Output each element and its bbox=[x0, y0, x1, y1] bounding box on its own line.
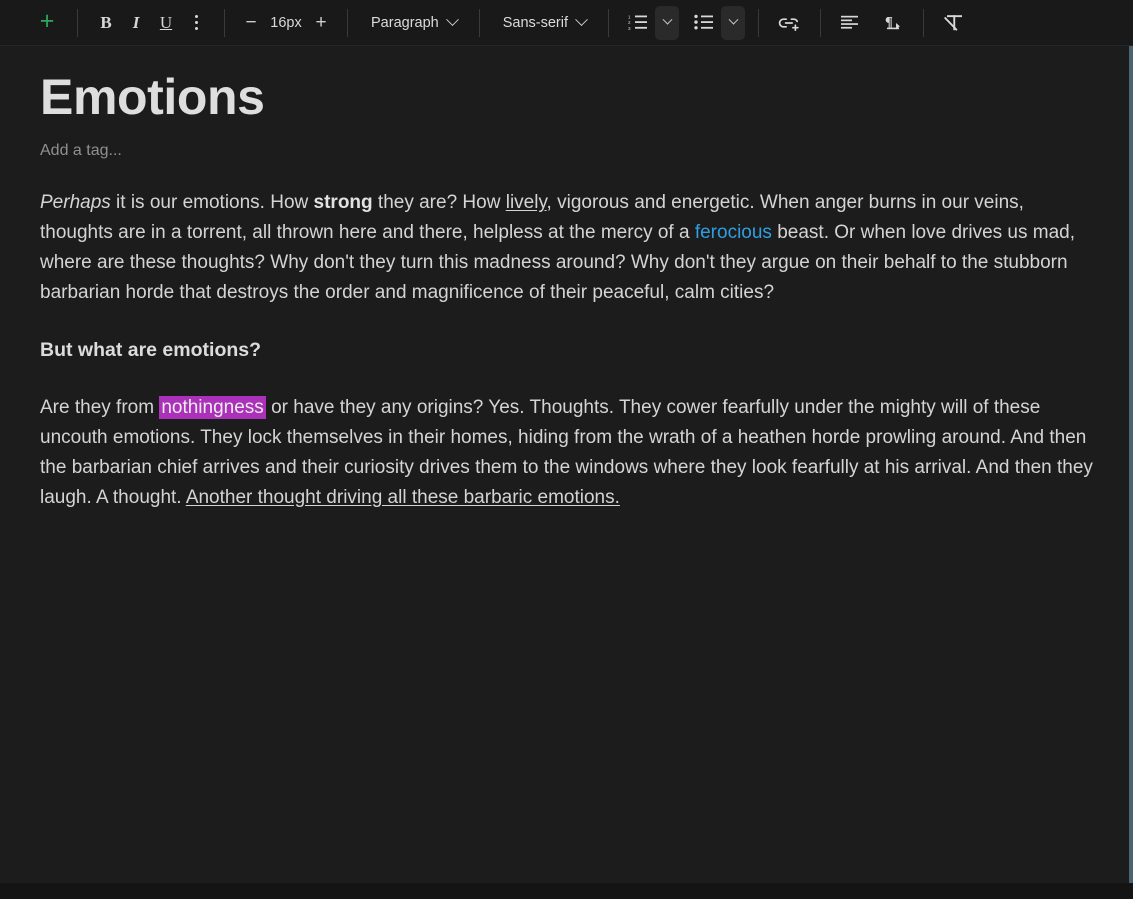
underlined-text-another-thought: Another thought driving all these barbar… bbox=[186, 487, 620, 508]
highlighted-text-nothingness: nothingness bbox=[159, 396, 265, 419]
bottom-bar bbox=[0, 883, 1133, 899]
italic-text: Perhaps bbox=[40, 192, 111, 213]
toolbar-group-lists: 1 2 3 bbox=[622, 0, 745, 45]
toolbar-group-font-size: − 16px + bbox=[238, 0, 334, 45]
toolbar-group-link bbox=[772, 0, 807, 45]
toolbar-group-paragraph: ¶ bbox=[834, 0, 910, 45]
font-size-increase-button[interactable]: + bbox=[308, 7, 334, 39]
ordered-list-options-button[interactable] bbox=[655, 6, 679, 40]
font-size-value[interactable]: 16px bbox=[264, 15, 308, 31]
toolbar-group-insert: + bbox=[30, 0, 64, 45]
tag-input[interactable]: Add a tag... bbox=[40, 142, 1093, 160]
toolbar-divider bbox=[923, 9, 924, 37]
paragraph-1-text-4: they are? How bbox=[373, 192, 506, 213]
toolbar-divider bbox=[347, 9, 348, 37]
toolbar-divider bbox=[479, 9, 480, 37]
toolbar-group-clear bbox=[937, 0, 970, 45]
editor-app: + B I U − 16px + Paragraph bbox=[0, 0, 1133, 899]
text-direction-button[interactable]: ¶ bbox=[878, 7, 910, 39]
svg-text:1: 1 bbox=[628, 14, 631, 19]
clear-formatting-button[interactable] bbox=[937, 7, 970, 39]
toolbar-group-block-style: Paragraph bbox=[361, 0, 466, 45]
paragraph-direction-icon: ¶ bbox=[884, 14, 904, 32]
more-vertical-icon bbox=[195, 15, 198, 30]
toolbar-divider bbox=[224, 9, 225, 37]
paragraph-1[interactable]: Perhaps it is our emotions. How strong t… bbox=[40, 188, 1093, 308]
vertical-scrollbar[interactable] bbox=[1129, 46, 1133, 883]
italic-button[interactable]: I bbox=[121, 7, 151, 39]
bullet-list-options-button[interactable] bbox=[721, 6, 745, 40]
svg-text:2: 2 bbox=[628, 20, 631, 25]
toolbar-divider bbox=[608, 9, 609, 37]
svg-text:3: 3 bbox=[628, 26, 631, 31]
paragraph-2[interactable]: Are they from nothingness or have they a… bbox=[40, 393, 1093, 513]
heading-1[interactable]: But what are emotions? bbox=[40, 335, 1093, 365]
bold-text: strong bbox=[314, 192, 373, 213]
font-family-label: Sans-serif bbox=[503, 15, 568, 31]
toolbar-divider bbox=[820, 9, 821, 37]
add-block-button[interactable]: + bbox=[30, 7, 64, 39]
chevron-down-icon bbox=[662, 15, 672, 25]
chevron-down-icon bbox=[728, 15, 738, 25]
insert-link-button[interactable] bbox=[772, 7, 807, 39]
ordered-list-button[interactable]: 1 2 3 bbox=[622, 7, 654, 39]
toolbar-divider bbox=[77, 9, 78, 37]
link-ferocious[interactable]: ferocious bbox=[695, 222, 772, 243]
bold-button[interactable]: B bbox=[91, 7, 121, 39]
document-editor[interactable]: Emotions Add a tag... Perhaps it is our … bbox=[0, 46, 1133, 883]
chevron-down-icon bbox=[575, 13, 588, 26]
underline-button[interactable]: U bbox=[151, 7, 181, 39]
more-options-button[interactable] bbox=[181, 7, 211, 39]
clear-formatting-icon bbox=[943, 14, 964, 32]
align-left-button[interactable] bbox=[834, 7, 866, 39]
bullet-list-icon bbox=[694, 14, 714, 31]
document-body[interactable]: Perhaps it is our emotions. How strong t… bbox=[40, 188, 1093, 513]
block-style-label: Paragraph bbox=[371, 15, 439, 31]
block-style-dropdown[interactable]: Paragraph bbox=[361, 7, 466, 39]
ordered-list-icon: 1 2 3 bbox=[628, 14, 648, 31]
add-link-icon bbox=[778, 14, 801, 32]
paragraph-1-text-2: it is our emotions. How bbox=[111, 192, 314, 213]
paragraph-2-text-1: Are they from bbox=[40, 397, 159, 418]
chevron-down-icon bbox=[446, 13, 459, 26]
align-left-icon bbox=[840, 15, 860, 31]
formatting-toolbar: + B I U − 16px + Paragraph bbox=[0, 0, 1133, 46]
bullet-list-button[interactable] bbox=[688, 7, 720, 39]
toolbar-group-font-family: Sans-serif bbox=[493, 0, 595, 45]
toolbar-group-style: B I U bbox=[91, 0, 211, 45]
font-size-decrease-button[interactable]: − bbox=[238, 7, 264, 39]
underlined-text: lively bbox=[506, 192, 547, 213]
page-title[interactable]: Emotions bbox=[40, 68, 1093, 124]
toolbar-divider bbox=[758, 9, 759, 37]
font-family-dropdown[interactable]: Sans-serif bbox=[493, 7, 595, 39]
